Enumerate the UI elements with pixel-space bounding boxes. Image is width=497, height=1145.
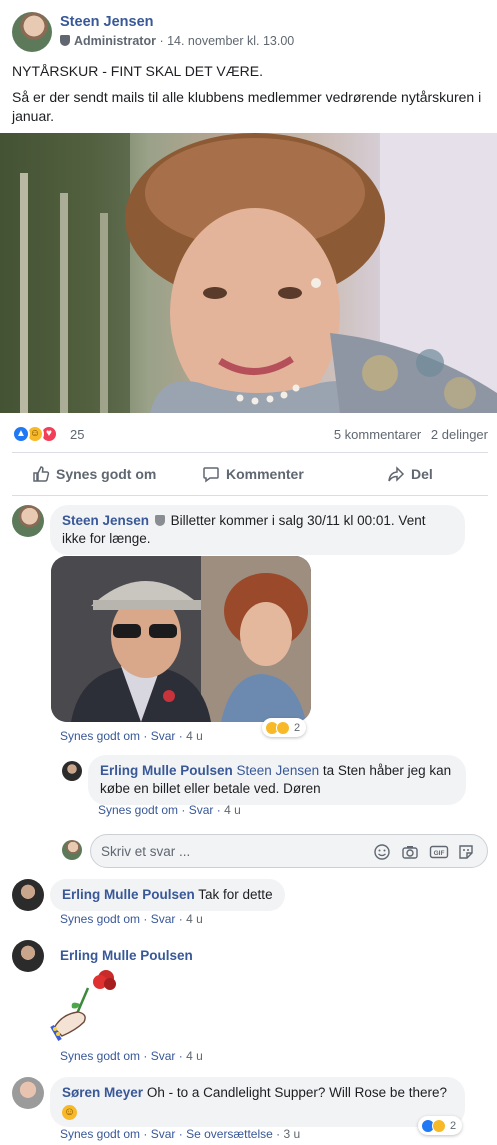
comment-like-link[interactable]: Synes godt om (60, 1049, 140, 1063)
divider (12, 452, 488, 453)
like-icon (33, 466, 50, 482)
comment-button[interactable]: Kommenter (202, 465, 304, 483)
svg-text:GIF: GIF (434, 850, 445, 857)
comment-reply-link[interactable]: Svar (189, 803, 214, 817)
post-photo-illustration (0, 133, 497, 413)
comment-like-link[interactable]: Synes godt om (60, 912, 140, 926)
see-translation-link[interactable]: Se oversættelse (186, 1127, 273, 1141)
comment-reply-link[interactable]: Svar (151, 1127, 176, 1141)
current-user-avatar (62, 840, 82, 860)
share-button[interactable]: Del (387, 465, 433, 483)
shares-count[interactable]: 2 delinger (431, 427, 488, 442)
comment-bubble: Søren Meyer Oh - to a Candlelight Supper… (50, 1077, 465, 1127)
comment-time[interactable]: 3 u (283, 1127, 300, 1141)
smile-emoji: ☺ (62, 1105, 77, 1120)
reply-input-box[interactable]: GIF (90, 834, 488, 868)
shield-icon (154, 515, 165, 526)
commenter-avatar[interactable] (12, 505, 44, 537)
comments-count[interactable]: 5 kommentarer (334, 427, 421, 442)
divider (12, 495, 488, 496)
role-badge[interactable]: Administrator (74, 34, 156, 48)
gif-icon[interactable]: GIF (429, 843, 449, 861)
comment-reactions[interactable]: 2 (262, 718, 307, 737)
commenter-avatar[interactable] (12, 1077, 44, 1109)
comment-time[interactable]: 4 u (186, 729, 203, 743)
comment-actions: Synes godt om · Svar · 4 u (98, 803, 241, 817)
author-avatar[interactable] (12, 12, 52, 52)
comment-reactions[interactable]: 2 (418, 1116, 463, 1135)
post-action-bar: Synes godt om Kommenter Del (12, 461, 488, 487)
comment-reaction-count: 2 (294, 721, 301, 734)
mention-link[interactable]: Steen Jensen (237, 763, 320, 778)
commenter-avatar[interactable] (12, 940, 44, 972)
commenter-name[interactable]: Erling Mulle Poulsen (100, 763, 233, 778)
commenter-avatar[interactable] (62, 761, 82, 781)
comment-like-link[interactable]: Synes godt om (60, 1127, 140, 1141)
comment-actions: Synes godt om · Svar · 4 u (60, 912, 203, 926)
haha-reaction-icon (432, 1118, 446, 1133)
emoji-icon[interactable] (373, 843, 391, 861)
reaction-count[interactable]: 25 (70, 427, 84, 442)
post-stats: 5 kommentarer 2 delinger (328, 427, 488, 442)
share-icon (388, 466, 405, 482)
post-header: Steen Jensen Administrator · 14. novembe… (12, 10, 482, 54)
comment-text: Oh - to a Candlelight Supper? Will Rose … (146, 1085, 447, 1100)
comment-reply-link[interactable]: Svar (151, 729, 176, 743)
post-timestamp[interactable]: · 14. november kl. 13.00 (159, 34, 294, 48)
shield-icon (60, 35, 70, 46)
comment-icon (203, 467, 219, 483)
comment-actions: Synes godt om · Svar · 4 u (60, 729, 203, 743)
comment-bubble: Steen Jensen Billetter kommer i salg 30/… (50, 505, 465, 555)
comment-label: Kommenter (226, 466, 304, 482)
camera-icon[interactable] (401, 843, 419, 861)
comment-time[interactable]: 4 u (224, 803, 241, 817)
comment-photo[interactable] (51, 556, 311, 722)
like-button[interactable]: Synes godt om (32, 465, 156, 483)
comment-time[interactable]: 4 u (186, 1049, 203, 1063)
comment-reaction-count: 2 (450, 1119, 457, 1132)
comment-time[interactable]: 4 u (186, 912, 203, 926)
commenter-name[interactable]: Erling Mulle Poulsen (60, 948, 193, 963)
post-body: Så er der sendt mails til alle klubbens … (12, 89, 482, 124)
rose-sticker[interactable] (48, 966, 130, 1044)
post-title: NYTÅRSKUR - FINT SKAL DET VÆRE. (12, 63, 264, 79)
reply-input[interactable] (101, 842, 351, 860)
comment-reply-link[interactable]: Svar (151, 912, 176, 926)
comment-reply-link[interactable]: Svar (151, 1049, 176, 1063)
post-meta: Administrator · 14. november kl. 13.00 (60, 34, 294, 48)
comment-actions: Synes godt om · Svar · 4 u (60, 1049, 203, 1063)
commenter-name[interactable]: Søren Meyer (62, 1085, 143, 1100)
commenter-avatar[interactable] (12, 879, 44, 911)
like-reaction-icon: ▲ (12, 425, 30, 443)
comment-photo-illustration (51, 556, 311, 722)
comment-actions: Synes godt om · Svar · Se oversættelse ·… (60, 1127, 301, 1141)
post-text: NYTÅRSKUR - FINT SKAL DET VÆRE. Så er de… (12, 62, 482, 133)
reactions-summary: ♥ ☺ ▲ 25 5 kommentarer 2 delinger (12, 424, 488, 444)
reply-bubble: Erling Mulle Poulsen Steen Jensen ta Ste… (88, 755, 466, 805)
post-photo[interactable] (0, 133, 497, 413)
commenter-name[interactable]: Erling Mulle Poulsen (62, 887, 195, 902)
comment-bubble: Erling Mulle Poulsen Tak for dette (50, 879, 285, 911)
sticker-icon[interactable] (457, 843, 475, 861)
wow-reaction-icon (276, 720, 290, 735)
comment-text: Tak for dette (198, 887, 273, 902)
comment-like-link[interactable]: Synes godt om (60, 729, 140, 743)
author-name[interactable]: Steen Jensen (60, 14, 154, 30)
share-label: Del (411, 466, 433, 482)
comment-like-link[interactable]: Synes godt om (98, 803, 178, 817)
like-label: Synes godt om (56, 466, 157, 482)
commenter-name[interactable]: Steen Jensen (62, 513, 149, 528)
